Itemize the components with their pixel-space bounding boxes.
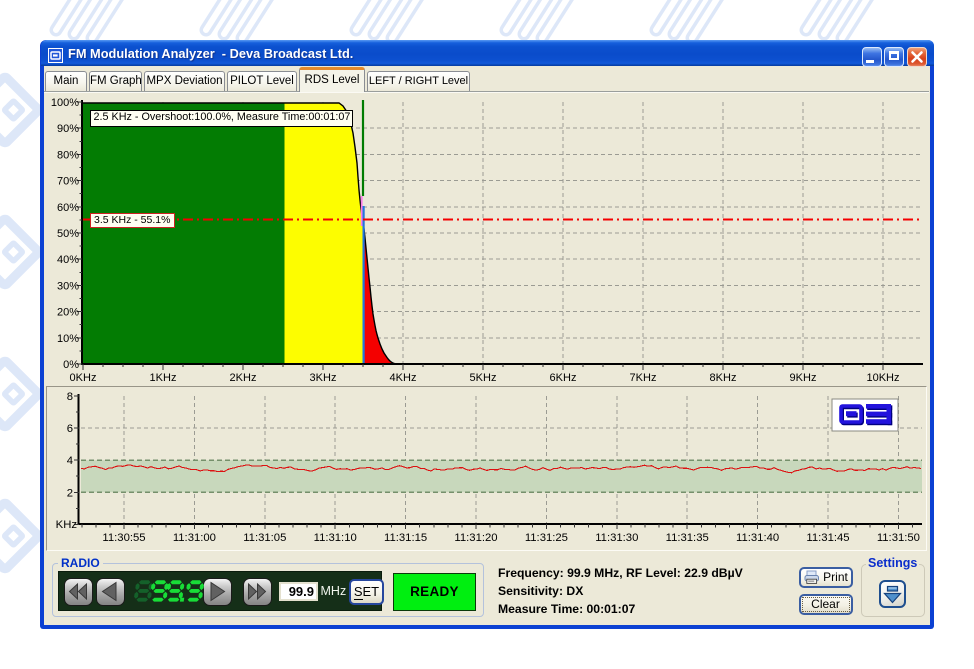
svg-text:11:31:15: 11:31:15 — [384, 532, 427, 544]
svg-text:0%: 0% — [63, 359, 79, 371]
svg-text:11:31:05: 11:31:05 — [243, 532, 286, 544]
svg-text:11:31:25: 11:31:25 — [525, 532, 568, 544]
svg-text:11:31:20: 11:31:20 — [454, 532, 497, 544]
svg-text:40%: 40% — [57, 254, 79, 266]
svg-text:9KHz: 9KHz — [790, 372, 817, 384]
svg-text:100%: 100% — [51, 97, 79, 109]
svg-text:11:31:50: 11:31:50 — [877, 532, 920, 544]
svg-text:10%: 10% — [57, 333, 79, 345]
svg-text:60%: 60% — [57, 202, 79, 214]
svg-text:50%: 50% — [57, 228, 79, 240]
svg-text:11:31:30: 11:31:30 — [595, 532, 638, 544]
svg-text:11:31:40: 11:31:40 — [736, 532, 779, 544]
svg-text:2: 2 — [67, 487, 73, 499]
svg-text:80%: 80% — [57, 149, 79, 161]
svg-text:8KHz: 8KHz — [710, 372, 737, 384]
svg-text:7KHz: 7KHz — [630, 372, 657, 384]
svg-text:20%: 20% — [57, 307, 79, 319]
svg-text:6KHz: 6KHz — [550, 372, 577, 384]
svg-text:30%: 30% — [57, 280, 79, 292]
svg-text:4KHz: 4KHz — [390, 372, 417, 384]
svg-text:11:31:10: 11:31:10 — [314, 532, 357, 544]
svg-text:KHz: KHz — [56, 519, 78, 531]
svg-text:2KHz: 2KHz — [230, 372, 257, 384]
svg-text:70%: 70% — [57, 176, 79, 188]
svg-text:90%: 90% — [57, 123, 79, 135]
svg-text:8: 8 — [67, 391, 73, 403]
svg-text:11:31:45: 11:31:45 — [806, 532, 849, 544]
svg-text:10KHz: 10KHz — [866, 372, 899, 384]
svg-text:5KHz: 5KHz — [470, 372, 497, 384]
svg-text:11:31:35: 11:31:35 — [666, 532, 709, 544]
svg-text:4: 4 — [67, 455, 73, 467]
svg-text:11:31:00: 11:31:00 — [173, 532, 216, 544]
svg-text:1KHz: 1KHz — [150, 372, 177, 384]
svg-text:0KHz: 0KHz — [70, 372, 97, 384]
svg-text:3KHz: 3KHz — [310, 372, 337, 384]
svg-text:6: 6 — [67, 423, 73, 435]
svg-text:11:30:55: 11:30:55 — [102, 532, 145, 544]
